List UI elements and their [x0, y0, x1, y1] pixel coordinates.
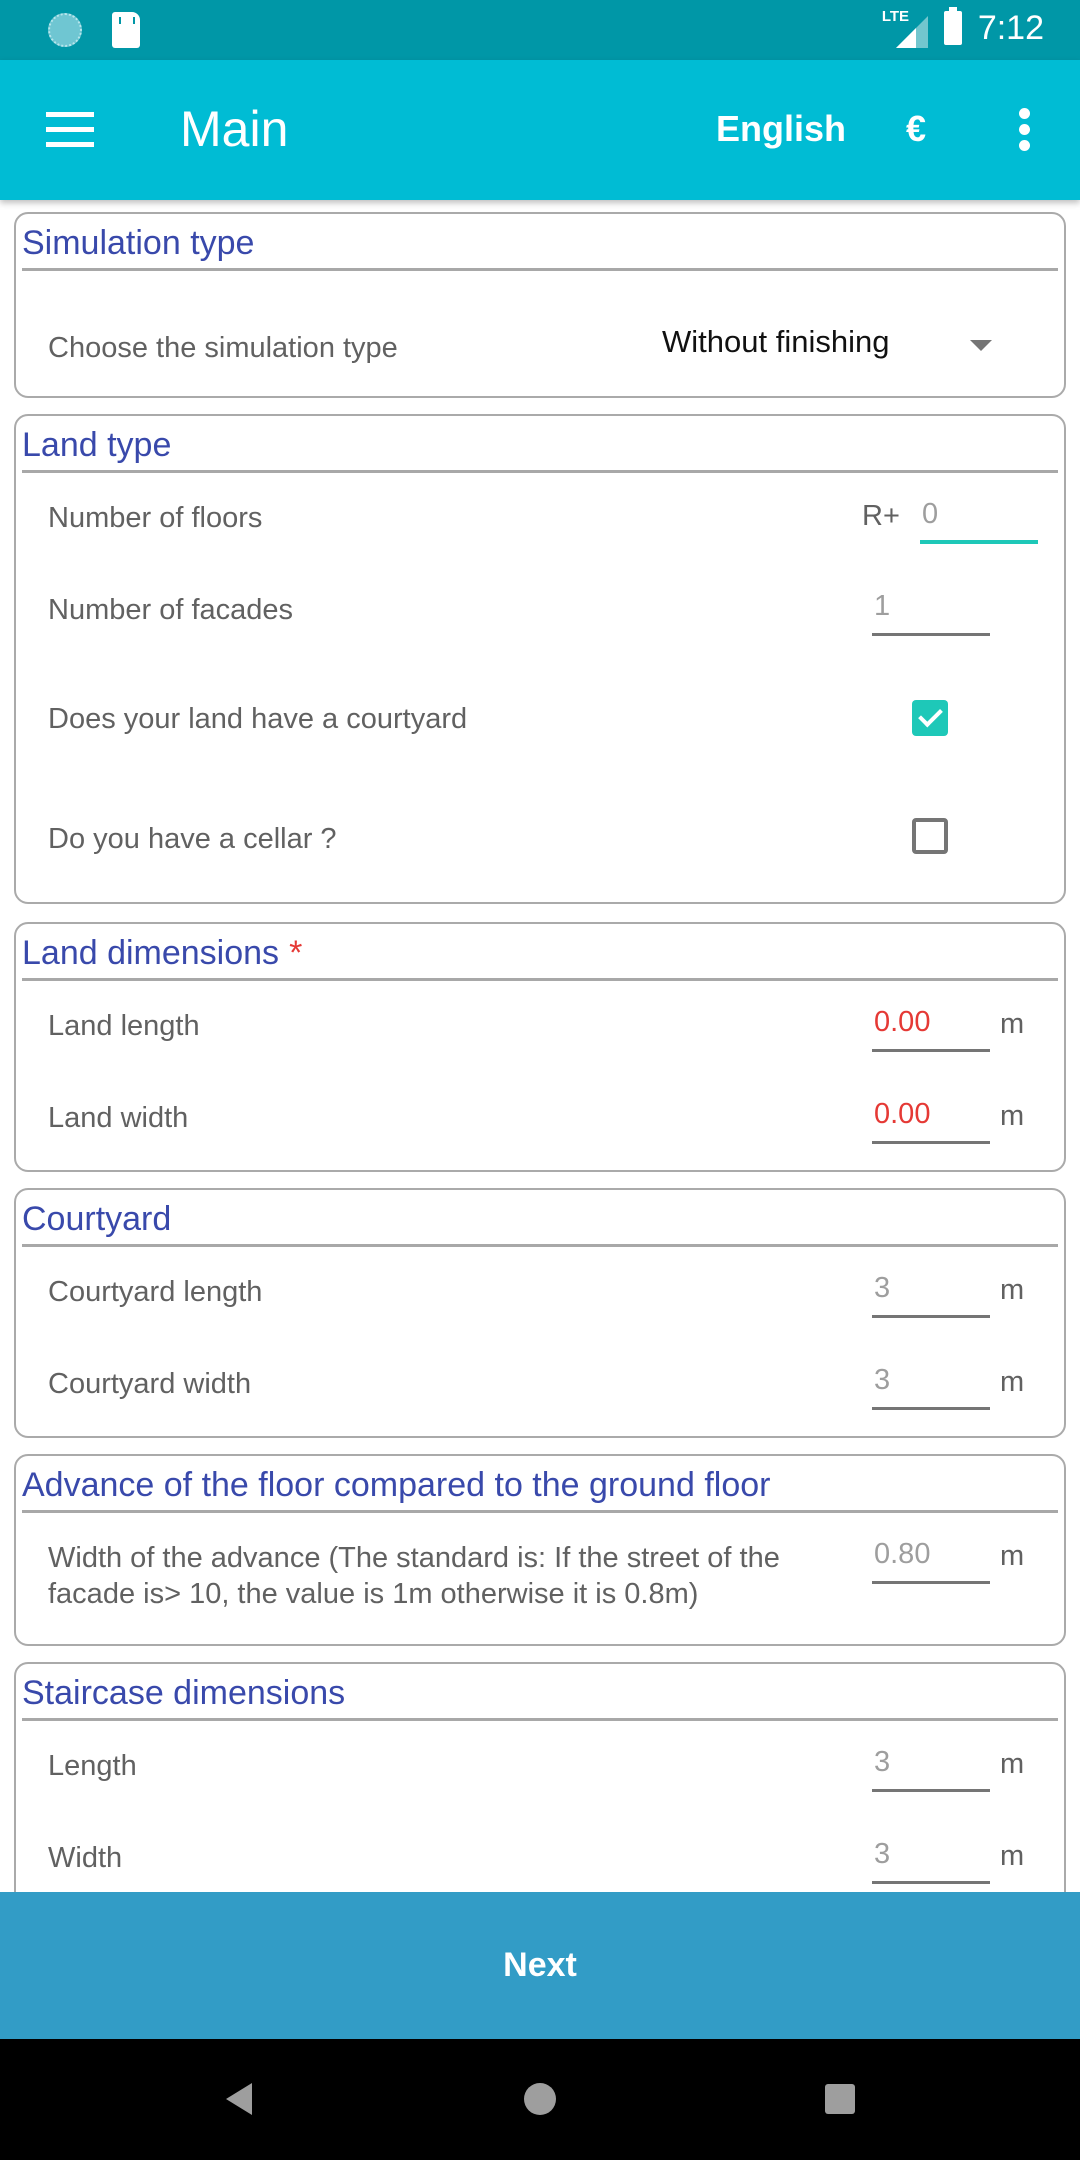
- advance-width-label: Width of the advance (The standard is: I…: [48, 1542, 780, 1610]
- system-nav-bar: [0, 2039, 1080, 2160]
- currency-button[interactable]: €: [906, 108, 926, 150]
- land-width-input[interactable]: 0.00: [872, 1094, 990, 1144]
- courtyard-section: Courtyard Courtyard length 3 m Courtyard…: [14, 1188, 1066, 1438]
- courtyard-question-label: Does your land have a courtyard: [48, 703, 468, 735]
- divider: [22, 470, 1058, 473]
- unit-label: m: [1000, 1274, 1025, 1306]
- courtyard-width-input[interactable]: 3: [872, 1360, 990, 1410]
- land-length-label: Land length: [48, 1010, 200, 1042]
- section-title: Simulation type: [22, 224, 255, 262]
- status-bar: LTE 7:12: [0, 0, 1080, 60]
- hamburger-menu-icon[interactable]: [46, 112, 94, 148]
- section-title: Staircase dimensions: [22, 1674, 346, 1712]
- cellar-question-label: Do you have a cellar ?: [48, 823, 337, 855]
- section-title: Land type: [22, 426, 172, 464]
- staircase-width-label: Width: [48, 1842, 123, 1874]
- page-title: Main: [180, 101, 289, 157]
- unit-label: m: [1000, 1840, 1025, 1872]
- section-title: Land dimensions *: [22, 934, 302, 973]
- sd-card-icon: [112, 12, 140, 48]
- language-button[interactable]: English: [716, 108, 846, 150]
- simulation-type-dropdown[interactable]: Without finishing: [662, 324, 889, 360]
- facades-label: Number of facades: [48, 594, 294, 626]
- next-button[interactable]: Next: [0, 1892, 1080, 2039]
- advance-width-input[interactable]: 0.80: [872, 1534, 990, 1584]
- unit-label: m: [1000, 1540, 1025, 1572]
- signal-icon: LTE: [882, 8, 928, 48]
- battery-icon: [943, 7, 962, 45]
- app-bar: Main English €: [0, 60, 1080, 200]
- divider: [22, 978, 1058, 981]
- divider: [22, 1510, 1058, 1513]
- staircase-length-label: Length: [48, 1750, 137, 1782]
- recent-apps-icon[interactable]: [825, 2084, 855, 2114]
- form-content[interactable]: Simulation type Choose the simulation ty…: [0, 200, 1080, 1892]
- required-marker: *: [289, 934, 303, 972]
- floors-prefix: R+: [862, 500, 900, 532]
- floors-input[interactable]: 0: [920, 494, 1038, 544]
- unit-label: m: [1000, 1008, 1025, 1040]
- courtyard-length-input[interactable]: 3: [872, 1268, 990, 1318]
- section-title: Advance of the floor compared to the gro…: [22, 1466, 771, 1504]
- courtyard-width-label: Courtyard width: [48, 1368, 252, 1400]
- courtyard-checkbox[interactable]: [912, 700, 948, 736]
- cellar-checkbox[interactable]: [912, 818, 948, 854]
- section-title-text: Land dimensions: [22, 934, 280, 972]
- sync-icon: [48, 13, 82, 47]
- unit-label: m: [1000, 1366, 1025, 1398]
- unit-label: m: [1000, 1100, 1025, 1132]
- home-icon[interactable]: [524, 2083, 556, 2115]
- staircase-length-input[interactable]: 3: [872, 1742, 990, 1792]
- back-icon[interactable]: [226, 2083, 252, 2115]
- courtyard-length-label: Courtyard length: [48, 1276, 263, 1308]
- land-type-section: Land type Number of floors R+ 0 Number o…: [14, 414, 1066, 904]
- land-dimensions-section: Land dimensions * Land length 0.00 m Land…: [14, 922, 1066, 1172]
- more-vert-icon[interactable]: [1016, 108, 1032, 152]
- clock: 7:12: [977, 8, 1044, 47]
- staircase-width-input[interactable]: 3: [872, 1834, 990, 1884]
- advance-section: Advance of the floor compared to the gro…: [14, 1454, 1066, 1646]
- staircase-section: Staircase dimensions Length 3 m Width 3 …: [14, 1662, 1066, 1892]
- divider: [22, 268, 1058, 271]
- section-title: Courtyard: [22, 1200, 172, 1238]
- divider: [22, 1718, 1058, 1721]
- unit-label: m: [1000, 1748, 1025, 1780]
- floors-label: Number of floors: [48, 502, 263, 534]
- land-length-input[interactable]: 0.00: [872, 1002, 990, 1052]
- divider: [22, 1244, 1058, 1247]
- simulation-type-label: Choose the simulation type: [48, 332, 398, 364]
- simulation-type-section: Simulation type Choose the simulation ty…: [14, 212, 1066, 398]
- dropdown-arrow-icon[interactable]: [970, 340, 992, 351]
- land-width-label: Land width: [48, 1102, 189, 1134]
- facades-input[interactable]: 1: [872, 586, 990, 636]
